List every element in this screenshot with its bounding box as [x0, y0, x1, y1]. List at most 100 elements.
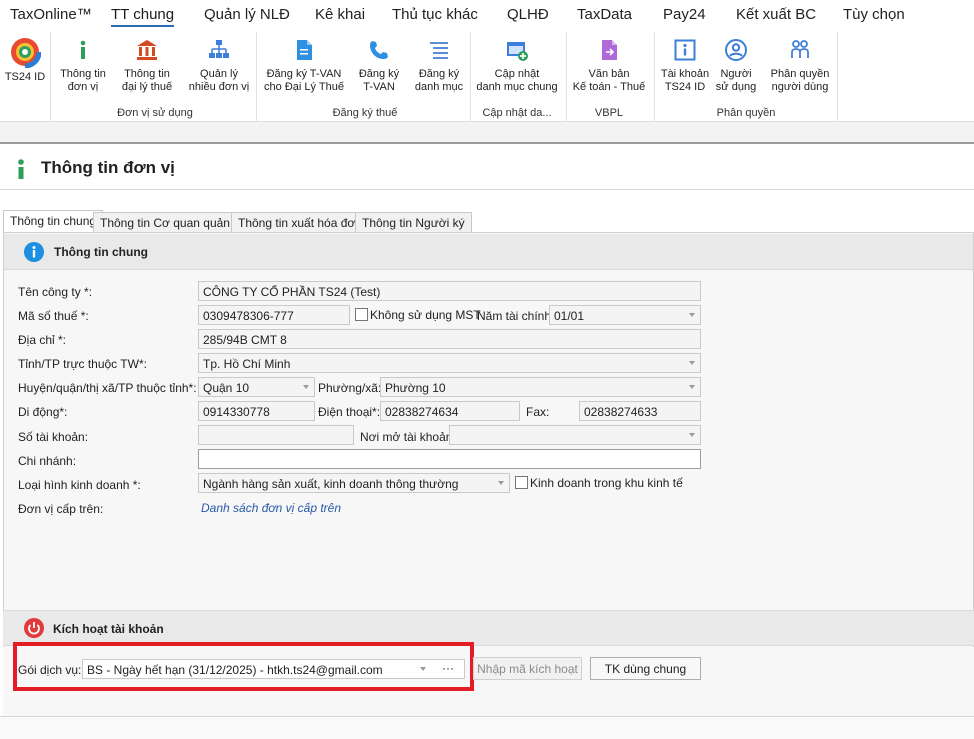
cap-nhat-danh-muc-label-1: Cập nhật — [494, 68, 540, 80]
dang-ky-danh-muc-label-2: danh mục — [414, 81, 464, 93]
dang-ky-danh-muc-button[interactable]: Đăng ký danh mục — [412, 34, 466, 94]
users-group-icon — [791, 40, 809, 58]
power-icon — [24, 618, 44, 638]
label-fax: Fax: — [526, 405, 550, 419]
label-noi-mo-tai-khoan: Nơi mở tài khoản: — [360, 430, 456, 444]
nguoi-su-dung-label-1: Người — [720, 68, 752, 80]
dang-ky-tvan-dai-ly-label-2: cho Đại Lý Thuế — [264, 81, 344, 93]
tk-dung-chung-button[interactable]: TK dùng chung — [590, 657, 701, 680]
menu-tt-chung[interactable]: TT chung — [111, 6, 175, 27]
label-kinh-doanh-khu-kinh-te: Kinh doanh trong khu kinh tế — [530, 476, 683, 490]
thong-tin-don-vi-button[interactable]: Thông tin đơn vị — [56, 34, 110, 94]
label-chi-nhanh: Chi nhánh: — [18, 454, 77, 468]
ribbon-group-phan-quyen: Phân quyền — [716, 107, 776, 119]
info-i-icon — [80, 40, 86, 59]
menu-taxonline[interactable]: TaxOnline™ — [10, 6, 92, 23]
ts24-id-button[interactable]: TS24 ID — [2, 34, 48, 84]
cap-nhat-danh-muc-button[interactable]: Cập nhật danh mục chung — [474, 34, 560, 94]
menu-bar: TaxOnline™ TT chung Quản lý NLĐ Kê khai … — [0, 0, 974, 30]
ribbon-group-cap-nhat: Cập nhật da... — [482, 107, 552, 119]
thong-tin-don-vi-label-2: đơn vị — [67, 81, 99, 93]
label-dien-thoai: Điện thoại*: — [318, 405, 381, 419]
chevron-down-icon — [303, 385, 309, 389]
ribbon-separator — [256, 32, 257, 122]
ten-cong-ty-field[interactable]: CÔNG TY CỔ PHẦN TS24 (Test) — [198, 281, 701, 301]
phuong-xa-select[interactable]: Phường 10 — [380, 377, 701, 397]
highlight-box — [13, 642, 474, 691]
label-phuong-xa: Phường/xã: — [318, 381, 382, 395]
tai-khoan-label-1: Tài khoản — [660, 68, 710, 80]
tai-khoan-ts24-button[interactable]: Tài khoản TS24 ID — [658, 34, 712, 94]
loai-hinh-value: Ngành hàng sản xuất, kinh doanh thông th… — [203, 477, 459, 491]
section-header-general: Thông tin chung — [4, 234, 973, 270]
van-ban-ke-toan-button[interactable]: Văn bản Kế toán - Thuế — [570, 34, 648, 94]
tinh-tp-value: Tp. Hồ Chí Minh — [203, 357, 291, 371]
menu-qlhd[interactable]: QLHĐ — [507, 6, 549, 23]
ribbon-bottom-strip — [0, 122, 974, 144]
ribbon-separator — [654, 32, 655, 122]
khong-su-dung-mst-checkbox[interactable] — [355, 308, 368, 321]
menu-pay24[interactable]: Pay24 — [663, 6, 706, 23]
page-title-bar: Thông tin đơn vị — [0, 146, 974, 190]
dia-chi-field[interactable]: 285/94B CMT 8 — [198, 329, 701, 349]
ma-so-thue-field[interactable]: 0309478306-777 — [198, 305, 350, 325]
ts24-logo-icon — [9, 36, 41, 68]
dang-ky-tvan-dai-ly-button[interactable]: Đăng ký T-VAN cho Đại Lý Thuế — [262, 34, 346, 94]
menu-taxdata[interactable]: TaxData — [577, 6, 632, 23]
fax-field[interactable]: 02838274633 — [579, 401, 701, 421]
so-tai-khoan-field[interactable] — [198, 425, 354, 445]
ribbon-toolbar: TS24 ID Thông tin đơn vị Thông tin đại l… — [0, 30, 974, 122]
info-circle-icon — [24, 242, 44, 262]
label-nam-tai-chinh: Năm tài chính: — [477, 309, 555, 323]
nam-tai-chinh-select[interactable]: 01/01 — [549, 305, 701, 325]
quan-ly-nhieu-don-vi-button[interactable]: Quản lý nhiều đơn vị — [186, 34, 252, 94]
noi-mo-tai-khoan-select[interactable] — [449, 425, 701, 445]
nhap-ma-kich-hoat-button[interactable]: Nhập mã kích hoạt — [473, 657, 582, 680]
danh-sach-don-vi-cap-tren-link[interactable]: Danh sách đơn vị cấp trên — [201, 501, 341, 515]
bank-building-icon — [137, 40, 157, 60]
menu-ket-xuat-bc[interactable]: Kết xuất BC — [736, 6, 816, 23]
dang-ky-tvan-label-1: Đăng ký — [358, 68, 400, 80]
menu-quan-ly-nld[interactable]: Quản lý NLĐ — [204, 6, 290, 23]
huyen-quan-select[interactable]: Quận 10 — [198, 377, 315, 397]
ts24-id-label: TS24 ID — [4, 71, 46, 83]
tinh-tp-select[interactable]: Tp. Hồ Chí Minh — [198, 353, 701, 373]
nguoi-su-dung-button[interactable]: Người sử dụng — [713, 34, 759, 94]
ribbon-separator — [837, 32, 838, 122]
cap-nhat-danh-muc-label-2: danh mục chung — [476, 81, 558, 93]
thong-tin-dai-ly-thue-button[interactable]: Thông tin đại lý thuế — [117, 34, 177, 94]
chi-nhanh-field[interactable] — [198, 449, 701, 469]
ribbon-group-dang-ky-thue: Đăng ký thuế — [332, 107, 398, 119]
org-tree-icon — [209, 40, 229, 58]
loai-hinh-select[interactable]: Ngành hàng sản xuất, kinh doanh thông th… — [198, 473, 510, 493]
tab-bar: Thông tin chung Thông tin Cơ quan quản l… — [0, 210, 974, 233]
phan-quyen-nguoi-dung-button[interactable]: Phân quyền người dùng — [766, 34, 834, 94]
menu-ke-khai[interactable]: Kê khai — [315, 6, 365, 23]
tai-khoan-label-2: TS24 ID — [664, 81, 706, 93]
ribbon-group-don-vi: Đơn vị sử dụng — [117, 107, 193, 119]
van-ban-label-2: Kế toán - Thuế — [572, 81, 646, 93]
label-dia-chi: Địa chỉ *: — [18, 333, 67, 347]
ribbon-separator — [470, 32, 471, 122]
label-ten-cong-ty: Tên công ty *: — [18, 285, 93, 299]
di-dong-field[interactable]: 0914330778 — [198, 401, 315, 421]
section-title-general: Thông tin chung — [54, 245, 148, 259]
thong-tin-dai-ly-label-2: đại lý thuế — [121, 81, 173, 93]
menu-thu-tuc-khac[interactable]: Thủ tục khác — [392, 6, 478, 23]
tab-thong-tin-chung[interactable]: Thông tin chung — [3, 210, 104, 233]
tab-xuat-hoa-don[interactable]: Thông tin xuất hóa đơn — [231, 212, 369, 233]
label-loai-hinh: Loại hình kinh doanh *: — [18, 478, 141, 492]
kinh-doanh-khu-kinh-te-checkbox[interactable] — [515, 476, 528, 489]
dang-ky-tvan-dai-ly-label-1: Đăng ký T-VAN — [266, 68, 342, 80]
ribbon-group-vbpl: VBPL — [594, 107, 624, 119]
dien-thoai-field[interactable]: 02838274634 — [380, 401, 520, 421]
tab-nguoi-ky[interactable]: Thông tin Người ký — [355, 212, 472, 233]
phone-icon — [370, 41, 388, 59]
menu-tuy-chon[interactable]: Tùy chọn — [843, 6, 905, 23]
ribbon-separator — [566, 32, 567, 122]
tab-co-quan-quan-ly[interactable]: Thông tin Cơ quan quản lý — [93, 212, 249, 233]
info-i-icon — [18, 159, 24, 179]
label-khong-su-dung-mst: Không sử dụng MST — [370, 308, 481, 322]
dang-ky-tvan-button[interactable]: Đăng ký T-VAN — [353, 34, 405, 94]
user-circle-icon — [725, 39, 747, 61]
